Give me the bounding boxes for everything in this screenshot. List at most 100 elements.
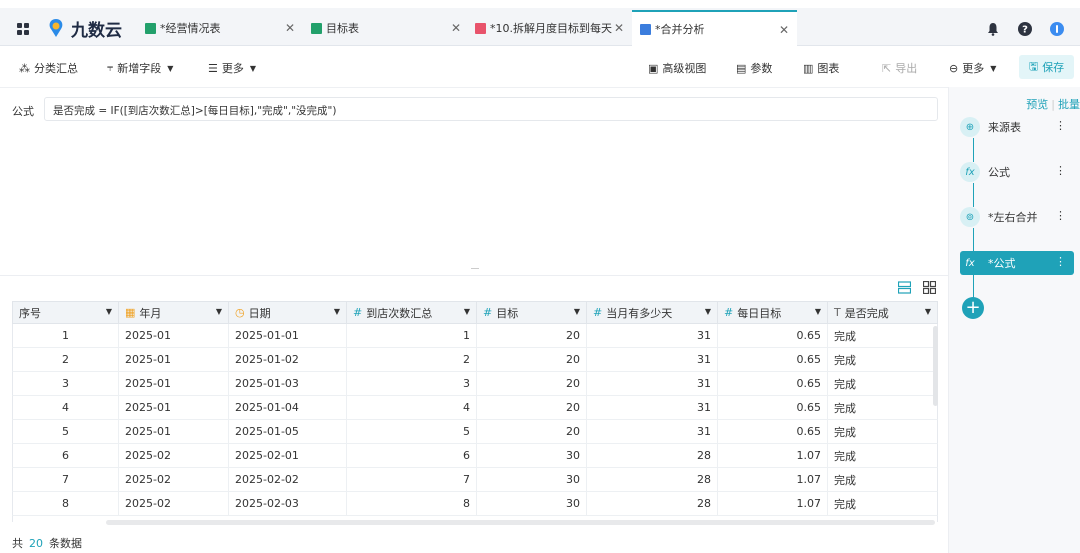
cell-days-in-month[interactable]: 31 (587, 348, 718, 371)
cell-visits[interactable]: 4 (347, 396, 477, 419)
brand-logo[interactable]: 九数云 (45, 16, 122, 41)
more-vertical-icon[interactable]: ⋮ (1055, 119, 1066, 132)
params-button[interactable]: ▤ 参数 (736, 60, 772, 76)
table-row[interactable]: 1 2025-01 2025-01-01 1 20 31 0.65 完成 (12, 324, 938, 348)
column-header-month[interactable]: ▦ 年月 ▼ (119, 302, 229, 323)
caret-down-icon[interactable]: ▼ (574, 307, 580, 316)
cell-visits[interactable]: 1 (347, 324, 477, 347)
tab-monthly-breakdown[interactable]: *10.拆解月度目标到每天 ✕ (469, 10, 632, 46)
group-summary-button[interactable]: ⁂ 分类汇总 (19, 60, 78, 76)
caret-down-icon[interactable]: ▼ (334, 307, 340, 316)
column-header-target[interactable]: # 目标 ▼ (477, 302, 587, 323)
cell-date[interactable]: 2025-02-02 (229, 468, 347, 491)
bell-icon[interactable] (986, 22, 1000, 36)
cell-completed[interactable]: 完成 (828, 468, 937, 491)
cell-index[interactable]: 6 (13, 444, 119, 467)
close-icon[interactable]: ✕ (614, 21, 624, 35)
cell-month[interactable]: 2025-01 (119, 348, 229, 371)
column-header-days-in-month[interactable]: # 当月有多少天 ▼ (587, 302, 718, 323)
cell-visits[interactable]: 8 (347, 492, 477, 515)
cell-daily-target[interactable]: 1.07 (718, 468, 828, 491)
cell-days-in-month[interactable]: 28 (587, 492, 718, 515)
cell-completed[interactable]: 完成 (828, 444, 937, 467)
cell-visits[interactable]: 2 (347, 348, 477, 371)
column-header-date[interactable]: ◷ 日期 ▼ (229, 302, 347, 323)
cell-completed[interactable]: 完成 (828, 372, 937, 395)
save-button[interactable]: 🖫 保存 (1019, 55, 1074, 79)
more-vertical-icon[interactable]: ⋮ (1055, 255, 1066, 268)
cell-completed[interactable]: 完成 (828, 324, 937, 347)
card-view-icon[interactable] (922, 280, 937, 295)
advanced-view-button[interactable]: ▣ 高级视图 (648, 60, 706, 76)
cell-target[interactable]: 20 (477, 372, 587, 395)
cell-index[interactable]: 2 (13, 348, 119, 371)
cell-date[interactable]: 2025-02-01 (229, 444, 347, 467)
cell-target[interactable]: 20 (477, 420, 587, 443)
step-source-table[interactable]: ⊕ 来源表 ⋮ (960, 115, 1074, 139)
apps-grid-icon[interactable] (17, 23, 29, 35)
table-row[interactable]: 7 2025-02 2025-02-02 7 30 28 1.07 完成 (12, 468, 938, 492)
close-icon[interactable]: ✕ (779, 23, 789, 37)
help-icon[interactable]: ? (1018, 22, 1032, 36)
more-right-button[interactable]: ⊖ 更多 ▼ (949, 60, 996, 76)
column-header-completed[interactable]: T 是否完成 ▼ (828, 302, 937, 323)
column-header-index[interactable]: 序号 ▼ (13, 302, 119, 323)
cell-daily-target[interactable]: 0.65 (718, 348, 828, 371)
cell-completed[interactable]: 完成 (828, 348, 937, 371)
caret-down-icon[interactable]: ▼ (106, 307, 112, 316)
cell-daily-target[interactable]: 1.07 (718, 444, 828, 467)
cell-target[interactable]: 30 (477, 444, 587, 467)
cell-days-in-month[interactable]: 31 (587, 372, 718, 395)
step-formula[interactable]: fx 公式 ⋮ (960, 160, 1074, 184)
caret-down-icon[interactable]: ▼ (925, 307, 931, 316)
caret-down-icon[interactable]: ▼ (464, 307, 470, 316)
row-view-icon[interactable] (897, 281, 912, 294)
add-step-button[interactable]: + (962, 297, 984, 319)
cell-days-in-month[interactable]: 31 (587, 396, 718, 419)
close-icon[interactable]: ✕ (285, 21, 295, 35)
cell-visits[interactable]: 6 (347, 444, 477, 467)
cell-visits[interactable]: 7 (347, 468, 477, 491)
add-field-button[interactable]: ⫧ 新增字段 ▼ (107, 60, 173, 76)
batch-link[interactable]: 批量 (1058, 98, 1080, 111)
cell-daily-target[interactable]: 0.65 (718, 420, 828, 443)
more-left-button[interactable]: ☰ 更多 ▼ (208, 60, 256, 76)
cell-visits[interactable]: 3 (347, 372, 477, 395)
tab-merge-analysis[interactable]: *合并分析 ✕ (632, 10, 797, 46)
step-merge[interactable]: ⊚ *左右合并 ⋮ (960, 205, 1074, 229)
cell-index[interactable]: 5 (13, 420, 119, 443)
cell-index[interactable]: 4 (13, 396, 119, 419)
cell-index[interactable]: 8 (13, 492, 119, 515)
cell-target[interactable]: 30 (477, 468, 587, 491)
cell-date[interactable]: 2025-02-03 (229, 492, 347, 515)
formula-input[interactable]: 是否完成 = IF([到店次数汇总]>[每日目标],"完成","没完成") (44, 97, 938, 121)
cell-date[interactable]: 2025-01-01 (229, 324, 347, 347)
cell-month[interactable]: 2025-01 (119, 324, 229, 347)
cell-date[interactable]: 2025-01-04 (229, 396, 347, 419)
column-header-visits[interactable]: # 到店次数汇总 ▼ (347, 302, 477, 323)
chart-button[interactable]: ▥ 图表 (803, 60, 839, 76)
cell-daily-target[interactable]: 0.65 (718, 324, 828, 347)
cell-target[interactable]: 20 (477, 324, 587, 347)
cell-daily-target[interactable]: 0.65 (718, 396, 828, 419)
cell-date[interactable]: 2025-01-02 (229, 348, 347, 371)
cell-days-in-month[interactable]: 31 (587, 420, 718, 443)
cell-month[interactable]: 2025-02 (119, 444, 229, 467)
cell-month[interactable]: 2025-01 (119, 396, 229, 419)
cell-daily-target[interactable]: 1.07 (718, 492, 828, 515)
table-row[interactable]: 4 2025-01 2025-01-04 4 20 31 0.65 完成 (12, 396, 938, 420)
cell-completed[interactable]: 完成 (828, 492, 937, 515)
step-formula-active[interactable]: fx *公式 ⋮ (960, 251, 1074, 275)
table-row[interactable]: 5 2025-01 2025-01-05 5 20 31 0.65 完成 (12, 420, 938, 444)
cell-days-in-month[interactable]: 31 (587, 324, 718, 347)
cell-month[interactable]: 2025-02 (119, 492, 229, 515)
table-row[interactable]: 6 2025-02 2025-02-01 6 30 28 1.07 完成 (12, 444, 938, 468)
caret-down-icon[interactable]: ▼ (705, 307, 711, 316)
close-icon[interactable]: ✕ (451, 21, 461, 35)
cell-target[interactable]: 30 (477, 492, 587, 515)
tab-business-overview[interactable]: *经营情况表 ✕ (137, 10, 303, 46)
cell-completed[interactable]: 完成 (828, 396, 937, 419)
cell-month[interactable]: 2025-02 (119, 468, 229, 491)
vertical-scrollbar[interactable] (933, 326, 938, 406)
more-vertical-icon[interactable]: ⋮ (1055, 209, 1066, 222)
